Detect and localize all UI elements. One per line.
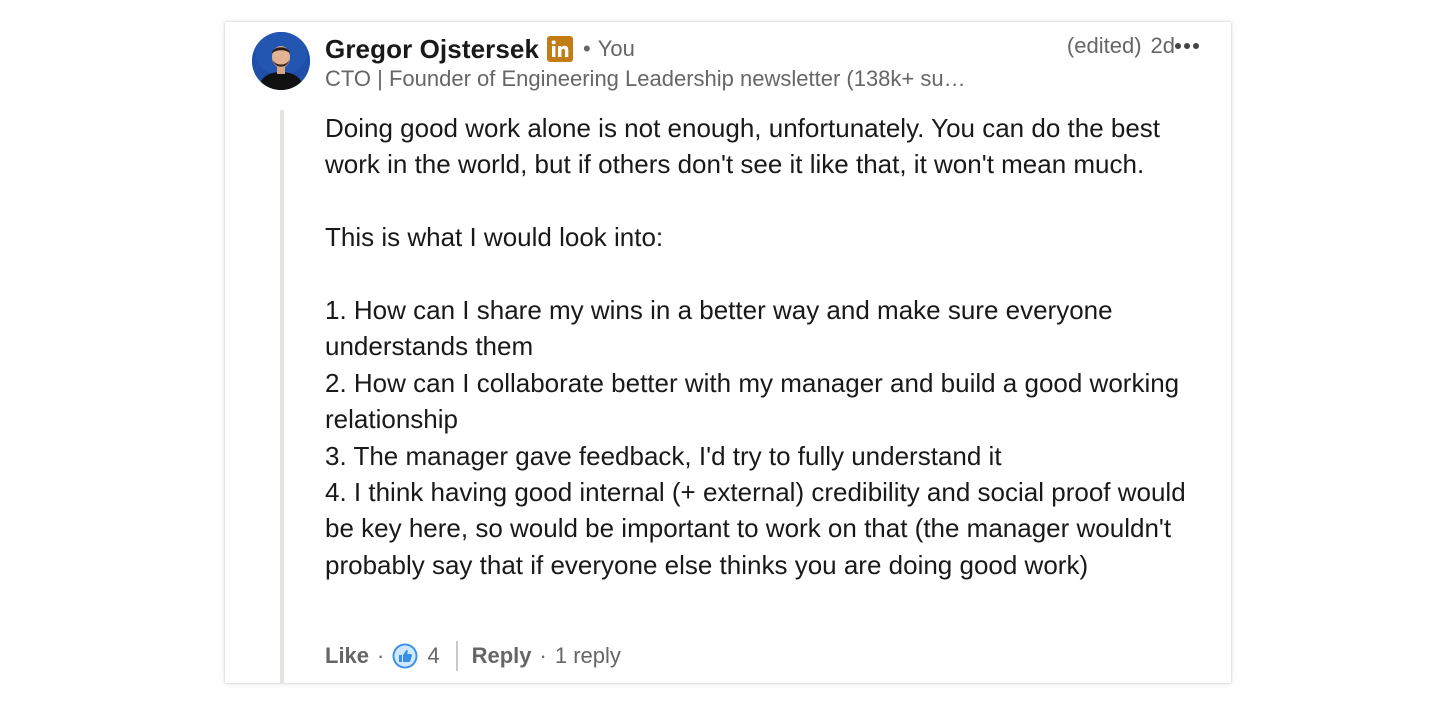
separator-dot: · bbox=[539, 643, 547, 668]
thread-line bbox=[280, 110, 284, 683]
author-headline: CTO | Founder of Engineering Leadership … bbox=[325, 66, 966, 91]
comment-paragraph: Doing good work alone is not enough, unf… bbox=[325, 113, 1161, 180]
page: Gregor Ojstersek • You CTO | Founder of … bbox=[0, 0, 1456, 713]
separator-dot: · bbox=[377, 643, 385, 668]
list-item: 4. I think having good internal (+ exter… bbox=[325, 477, 1186, 580]
avatar[interactable] bbox=[252, 32, 310, 90]
comment-card: Gregor Ojstersek • You CTO | Founder of … bbox=[225, 22, 1231, 683]
list-item: 3. The manager gave feedback, I'd try to… bbox=[325, 440, 1002, 471]
reply-button[interactable]: Reply bbox=[472, 643, 532, 669]
comment-paragraph: This is what I would look into: bbox=[325, 222, 664, 253]
comment-meta: (edited) 2d bbox=[1067, 32, 1175, 60]
author-row: Gregor Ojstersek • You bbox=[325, 33, 635, 65]
like-count[interactable]: 4 bbox=[427, 643, 439, 669]
author-name[interactable]: Gregor Ojstersek bbox=[325, 34, 539, 65]
more-horizontal-icon bbox=[1175, 43, 1199, 49]
author-relation: You bbox=[597, 36, 635, 61]
linkedin-icon bbox=[547, 36, 574, 62]
like-reaction-icon[interactable] bbox=[392, 643, 418, 669]
edited-label: (edited) bbox=[1066, 33, 1142, 58]
comment-age: 2d bbox=[1150, 33, 1175, 58]
list-item: 2. How can I collaborate better with my … bbox=[325, 367, 1180, 435]
list-item: 1. How can I share my wins in a better w… bbox=[325, 295, 1113, 362]
comment-actions: Like · 4 Reply · 1 reply bbox=[325, 639, 621, 673]
comment-body: Doing good work alone is not enough, unf… bbox=[325, 110, 1205, 583]
reply-count-link[interactable]: 1 reply bbox=[555, 643, 621, 669]
more-options-button[interactable] bbox=[1173, 33, 1201, 59]
separator-dot: • bbox=[583, 36, 591, 61]
divider bbox=[455, 641, 458, 671]
like-button[interactable]: Like bbox=[325, 643, 369, 669]
